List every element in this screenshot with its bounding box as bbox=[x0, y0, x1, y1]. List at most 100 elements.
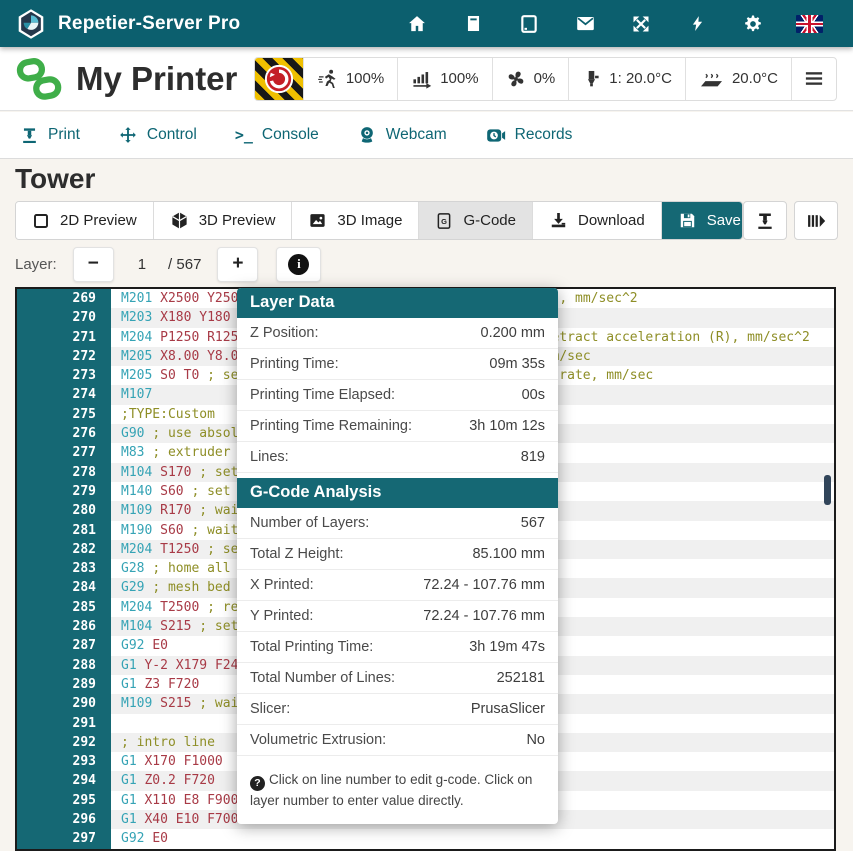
info-row: Lines:819 bbox=[237, 442, 558, 473]
gcode-line-number[interactable]: 285 bbox=[17, 598, 111, 617]
language-flag-icon[interactable] bbox=[781, 15, 837, 33]
flow-button[interactable]: 100% bbox=[397, 58, 491, 100]
gcode-line-number[interactable]: 284 bbox=[17, 578, 111, 597]
layer-total-value: / 567 bbox=[168, 256, 201, 273]
info-row-value: 85.100 mm bbox=[472, 546, 545, 562]
printer-box-icon[interactable] bbox=[445, 14, 501, 33]
gcode-toolbar: 2D Preview 3D Preview 3D Image G G-Code … bbox=[15, 201, 838, 240]
gcode-line-number[interactable]: 289 bbox=[17, 675, 111, 694]
info-row-value: 00s bbox=[522, 387, 545, 403]
print-file-button[interactable] bbox=[743, 201, 787, 240]
printer-menu-button[interactable] bbox=[791, 58, 836, 100]
info-row: Slicer:PrusaSlicer bbox=[237, 694, 558, 725]
tablet-icon[interactable] bbox=[501, 14, 557, 34]
info-row-value: 567 bbox=[521, 515, 545, 531]
tab-control[interactable]: Control bbox=[118, 125, 197, 145]
gcode-line-number[interactable]: 279 bbox=[17, 482, 111, 501]
save-floppy-icon bbox=[678, 211, 697, 230]
tab-print[interactable]: Print bbox=[20, 126, 80, 145]
tab-print-label: Print bbox=[48, 126, 80, 144]
layer-bar: Layer: 1 / 567 bbox=[15, 246, 321, 282]
extruder-temp-button[interactable]: 1: 20.0°C bbox=[568, 58, 685, 100]
fast-forward-button[interactable] bbox=[794, 201, 838, 240]
gcode-line-number[interactable]: 294 bbox=[17, 771, 111, 790]
gcode-line-number[interactable]: 275 bbox=[17, 405, 111, 424]
tab-records[interactable]: Records bbox=[485, 125, 573, 146]
print-nozzle-icon bbox=[20, 126, 39, 145]
info-row: Total Printing Time:3h 19m 47s bbox=[237, 632, 558, 663]
layer-decrement-button[interactable] bbox=[73, 247, 114, 282]
gcode-line-number[interactable]: 270 bbox=[17, 308, 111, 327]
fullscreen-icon[interactable] bbox=[613, 14, 669, 34]
layer-label: Layer: bbox=[15, 256, 57, 273]
popup-help-text: Click on line number to edit g-code. Cli… bbox=[250, 772, 532, 808]
square-outline-icon bbox=[32, 212, 50, 230]
info-row-value: 3h 19m 47s bbox=[469, 639, 545, 655]
gcode-line-number[interactable]: 283 bbox=[17, 559, 111, 578]
layer-info-button[interactable] bbox=[276, 247, 321, 282]
download-button[interactable]: Download bbox=[532, 202, 661, 239]
speed-button[interactable]: 100% bbox=[303, 58, 397, 100]
tab-webcam-label: Webcam bbox=[386, 126, 447, 144]
gcode-button[interactable]: G G-Code bbox=[418, 202, 532, 239]
gcode-line-number[interactable]: 291 bbox=[17, 714, 111, 733]
gcode-line-number[interactable]: 281 bbox=[17, 521, 111, 540]
app-logo-icon bbox=[16, 8, 46, 40]
gcode-line-number[interactable]: 269 bbox=[17, 289, 111, 308]
gcode-line-number[interactable]: 277 bbox=[17, 443, 111, 462]
gcode-line-number[interactable]: 272 bbox=[17, 347, 111, 366]
gcode-line-number[interactable]: 286 bbox=[17, 617, 111, 636]
preview-2d-button[interactable]: 2D Preview bbox=[16, 202, 153, 239]
layer-increment-button[interactable] bbox=[217, 247, 258, 282]
flow-value: 100% bbox=[440, 70, 478, 87]
gcode-line-number[interactable]: 273 bbox=[17, 366, 111, 385]
gcode-line-number[interactable]: 295 bbox=[17, 791, 111, 810]
download-icon bbox=[549, 211, 568, 230]
gcode-line-number[interactable]: 296 bbox=[17, 810, 111, 829]
gcode-line-number[interactable]: 271 bbox=[17, 328, 111, 347]
gcode-line-number[interactable]: 297 bbox=[17, 829, 111, 848]
speed-runner-icon bbox=[317, 68, 338, 89]
gcode-line-number[interactable]: 288 bbox=[17, 656, 111, 675]
save-gcode-button[interactable]: Save G-Code bbox=[661, 202, 744, 239]
gcode-line-number[interactable]: 278 bbox=[17, 463, 111, 482]
webcam-icon bbox=[357, 125, 377, 145]
emergency-stop-button[interactable] bbox=[255, 58, 303, 100]
layer-data-rows: Z Position:0.200 mmPrinting Time:09m 35s… bbox=[237, 318, 558, 473]
power-bolt-icon[interactable] bbox=[669, 14, 725, 33]
info-row-label: Lines: bbox=[250, 449, 289, 465]
info-row-label: Y Printed: bbox=[250, 608, 313, 624]
gcode-line-number[interactable]: 280 bbox=[17, 501, 111, 520]
preview-3d-button[interactable]: 3D Preview bbox=[153, 202, 292, 239]
info-row: X Printed:72.24 - 107.76 mm bbox=[237, 570, 558, 601]
fan-button[interactable]: 0% bbox=[492, 58, 569, 100]
layer-current-value[interactable]: 1 bbox=[138, 256, 146, 273]
image-3d-button[interactable]: 3D Image bbox=[291, 202, 418, 239]
bed-temp-button[interactable]: 20.0°C bbox=[685, 58, 791, 100]
tab-console[interactable]: Console bbox=[235, 126, 319, 145]
gcode-line-number[interactable]: 290 bbox=[17, 694, 111, 713]
records-camera-icon bbox=[485, 125, 506, 146]
gcode-line-number[interactable]: 293 bbox=[17, 752, 111, 771]
gcode-line-number[interactable]: 292 bbox=[17, 733, 111, 752]
gcode-analysis-rows: Number of Layers:567Total Z Height:85.10… bbox=[237, 508, 558, 756]
gcode-line-number[interactable]: 276 bbox=[17, 424, 111, 443]
scrollbar-thumb[interactable] bbox=[824, 475, 831, 505]
app-title: Repetier-Server Pro bbox=[58, 13, 240, 35]
info-row: Printing Time Elapsed:00s bbox=[237, 380, 558, 411]
mail-icon[interactable] bbox=[557, 13, 613, 34]
gcode-line-number[interactable]: 282 bbox=[17, 540, 111, 559]
home-icon[interactable] bbox=[389, 14, 445, 34]
gcode-line-number[interactable]: 287 bbox=[17, 636, 111, 655]
info-row-value: 72.24 - 107.76 mm bbox=[423, 608, 545, 624]
preview-3d-label: 3D Preview bbox=[199, 212, 276, 229]
top-navbar: Repetier-Server Pro bbox=[0, 0, 853, 47]
tab-webcam[interactable]: Webcam bbox=[357, 125, 447, 145]
gcode-line-number[interactable]: 274 bbox=[17, 385, 111, 404]
preview-2d-label: 2D Preview bbox=[60, 212, 137, 229]
image-3d-label: 3D Image bbox=[337, 212, 402, 229]
info-row: Volumetric Extrusion:No bbox=[237, 725, 558, 756]
info-row: Total Z Height:85.100 mm bbox=[237, 539, 558, 570]
settings-gear-icon[interactable] bbox=[725, 14, 781, 34]
skip-bars-icon bbox=[806, 211, 826, 231]
